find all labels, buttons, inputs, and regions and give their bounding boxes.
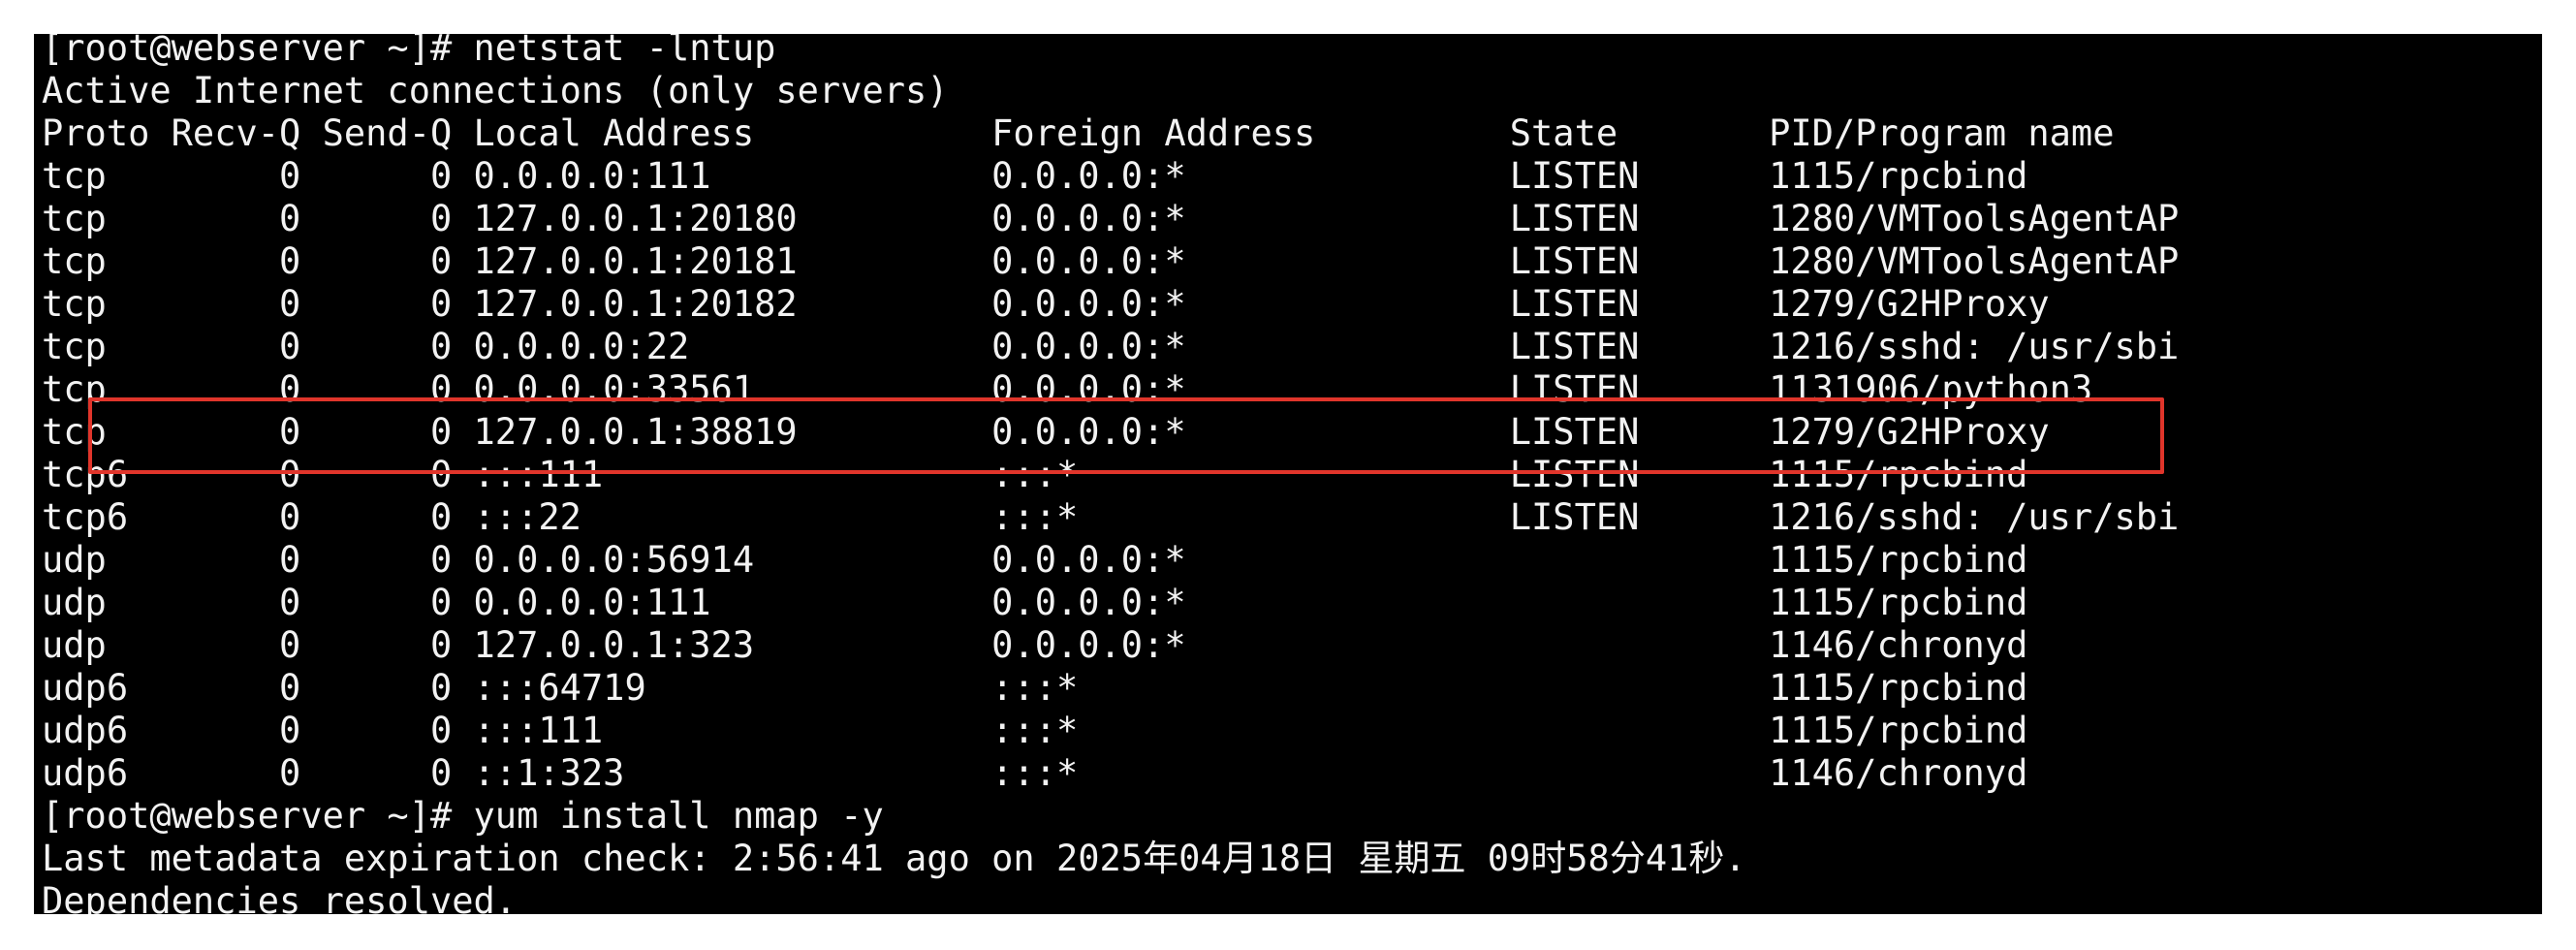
- netstat-row: tcp 0 0 0.0.0.0:22 0.0.0.0:* LISTEN 1216…: [42, 326, 2180, 367]
- netstat-row: udp6 0 0 :::111 :::* 1115/rpcbind: [42, 710, 2028, 751]
- netstat-row: tcp 0 0 127.0.0.1:20180 0.0.0.0:* LISTEN…: [42, 198, 2180, 239]
- netstat-header-row: Proto Recv-Q Send-Q Local Address Foreig…: [42, 112, 2115, 154]
- netstat-row: udp6 0 0 ::1:323 :::* 1146/chronyd: [42, 752, 2028, 794]
- netstat-row: tcp 0 0 127.0.0.1:20182 0.0.0.0:* LISTEN…: [42, 283, 2050, 325]
- terminal-output: [root@webserver ~]# netstat -lntup Activ…: [42, 34, 2179, 914]
- netstat-row: tcp 0 0 127.0.0.1:20181 0.0.0.0:* LISTEN…: [42, 240, 2180, 282]
- terminal-line-prompt-netstat: [root@webserver ~]# netstat -lntup: [42, 34, 776, 69]
- netstat-row: udp6 0 0 :::64719 :::* 1115/rpcbind: [42, 667, 2028, 709]
- terminal-line: Active Internet connections (only server…: [42, 70, 949, 111]
- netstat-row: udp 0 0 0.0.0.0:56914 0.0.0.0:* 1115/rpc…: [42, 539, 2028, 581]
- netstat-row: tcp6 0 0 :::22 :::* LISTEN 1216/sshd: /u…: [42, 496, 2180, 538]
- netstat-row: tcp 0 0 0.0.0.0:111 0.0.0.0:* LISTEN 111…: [42, 155, 2028, 197]
- terminal-window[interactable]: [root@webserver ~]# netstat -lntup Activ…: [34, 34, 2542, 914]
- netstat-row: udp 0 0 0.0.0.0:111 0.0.0.0:* 1115/rpcbi…: [42, 582, 2028, 623]
- terminal-line-dependencies: Dependencies resolved.: [42, 880, 518, 914]
- netstat-row: udp 0 0 127.0.0.1:323 0.0.0.0:* 1146/chr…: [42, 624, 2028, 666]
- terminal-line-metadata: Last metadata expiration check: 2:56:41 …: [42, 838, 1746, 879]
- terminal-line-prompt-yum: [root@webserver ~]# yum install nmap -y: [42, 795, 884, 837]
- highlight-annotation-box: [88, 397, 2164, 474]
